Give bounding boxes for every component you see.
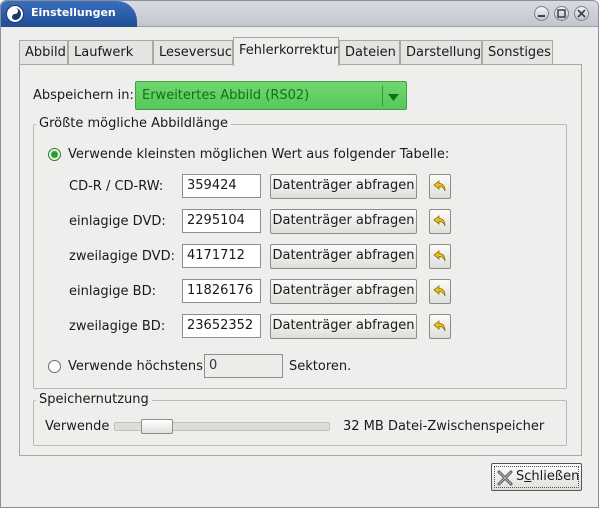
tab-sonstiges[interactable]: Sonstiges: [482, 40, 553, 65]
query-bd-dl-button[interactable]: Datenträger abfragen: [270, 314, 417, 339]
undo-arrow-icon: [433, 250, 446, 262]
memory-slider-thumb[interactable]: [141, 419, 173, 434]
undo-arrow-icon: [433, 180, 446, 192]
undo-dvd-dl-button[interactable]: [429, 244, 451, 269]
maximize-icon[interactable]: [554, 6, 569, 21]
memory-value-label: 32 MB Datei-Zwischenspeicher: [343, 419, 545, 434]
save-in-label: Abspeichern in:: [33, 88, 134, 103]
close-button-label: Schließen: [516, 469, 580, 484]
tab-abbild[interactable]: Abbild: [19, 40, 68, 65]
undo-bd-button[interactable]: [429, 279, 451, 304]
close-icon[interactable]: [574, 6, 589, 21]
close-button[interactable]: Schließen: [491, 463, 582, 491]
undo-cd-button[interactable]: [429, 174, 451, 199]
undo-arrow-icon: [433, 320, 446, 332]
undo-dvd-button[interactable]: [429, 209, 451, 234]
query-bd-button[interactable]: Datenträger abfragen: [270, 279, 417, 304]
row-label-dvd-dl: zweilagige DVD:: [69, 249, 175, 264]
tab-laufwerk[interactable]: Laufwerk: [68, 40, 153, 65]
query-dvd-dl-button[interactable]: Datenträger abfragen: [270, 244, 417, 269]
bd-size-input[interactable]: 11826176: [182, 279, 261, 303]
dropdown-arrow-icon: [388, 91, 399, 106]
title-bar[interactable]: Einstellungen: [1, 1, 598, 27]
max-sectors-input[interactable]: 0: [204, 354, 283, 378]
tab-leseversuche[interactable]: Leseversuche: [153, 40, 248, 65]
combo-separator: [382, 86, 383, 106]
radio-use-max[interactable]: [48, 360, 61, 373]
row-label-bd-dl: zweilagige BD:: [69, 319, 166, 334]
app-logo-icon: [6, 5, 24, 23]
undo-arrow-icon: [433, 285, 446, 297]
radio-use-table[interactable]: [48, 148, 61, 161]
query-dvd-button[interactable]: Datenträger abfragen: [270, 209, 417, 234]
tab-dateien[interactable]: Dateien: [339, 40, 400, 65]
dvd-size-input[interactable]: 2295104: [182, 209, 261, 233]
tab-fehlerkorrektur[interactable]: Fehlerkorrektur: [233, 37, 339, 66]
save-in-value: Erweitertes Abbild (RS02): [142, 88, 310, 103]
row-label-cd: CD-R / CD-RW:: [69, 179, 164, 194]
memory-frame-title: Speichernutzung: [36, 392, 152, 407]
bd-dl-size-input[interactable]: 23652352: [182, 314, 261, 338]
max-size-frame-title: Größte mögliche Abbildlänge: [36, 116, 232, 131]
undo-bd-dl-button[interactable]: [429, 314, 451, 339]
title-tab: Einstellungen: [1, 1, 137, 27]
settings-window: Einstellungen Abbild Laufwerk Leseversuc…: [0, 0, 599, 508]
cd-size-input[interactable]: 359424: [182, 174, 261, 198]
save-in-combobox[interactable]: Erweitertes Abbild (RS02): [135, 81, 407, 110]
radio-use-table-label: Verwende kleinsten möglichen Wert aus fo…: [68, 147, 450, 162]
memory-use-label: Verwende: [45, 419, 110, 434]
row-label-bd: einlagige BD:: [69, 284, 156, 299]
dvd-dl-size-input[interactable]: 4171712: [182, 244, 261, 268]
window-title: Einstellungen: [31, 6, 116, 19]
tab-darstellung[interactable]: Darstellung: [400, 40, 482, 65]
close-x-icon: [497, 470, 513, 486]
query-cd-button[interactable]: Datenträger abfragen: [270, 174, 417, 199]
sectors-unit-label: Sektoren.: [289, 359, 352, 374]
radio-use-max-label: Verwende höchstens: [68, 359, 203, 374]
row-label-dvd: einlagige DVD:: [69, 214, 166, 229]
minimize-icon[interactable]: [534, 6, 549, 21]
undo-arrow-icon: [433, 215, 446, 227]
